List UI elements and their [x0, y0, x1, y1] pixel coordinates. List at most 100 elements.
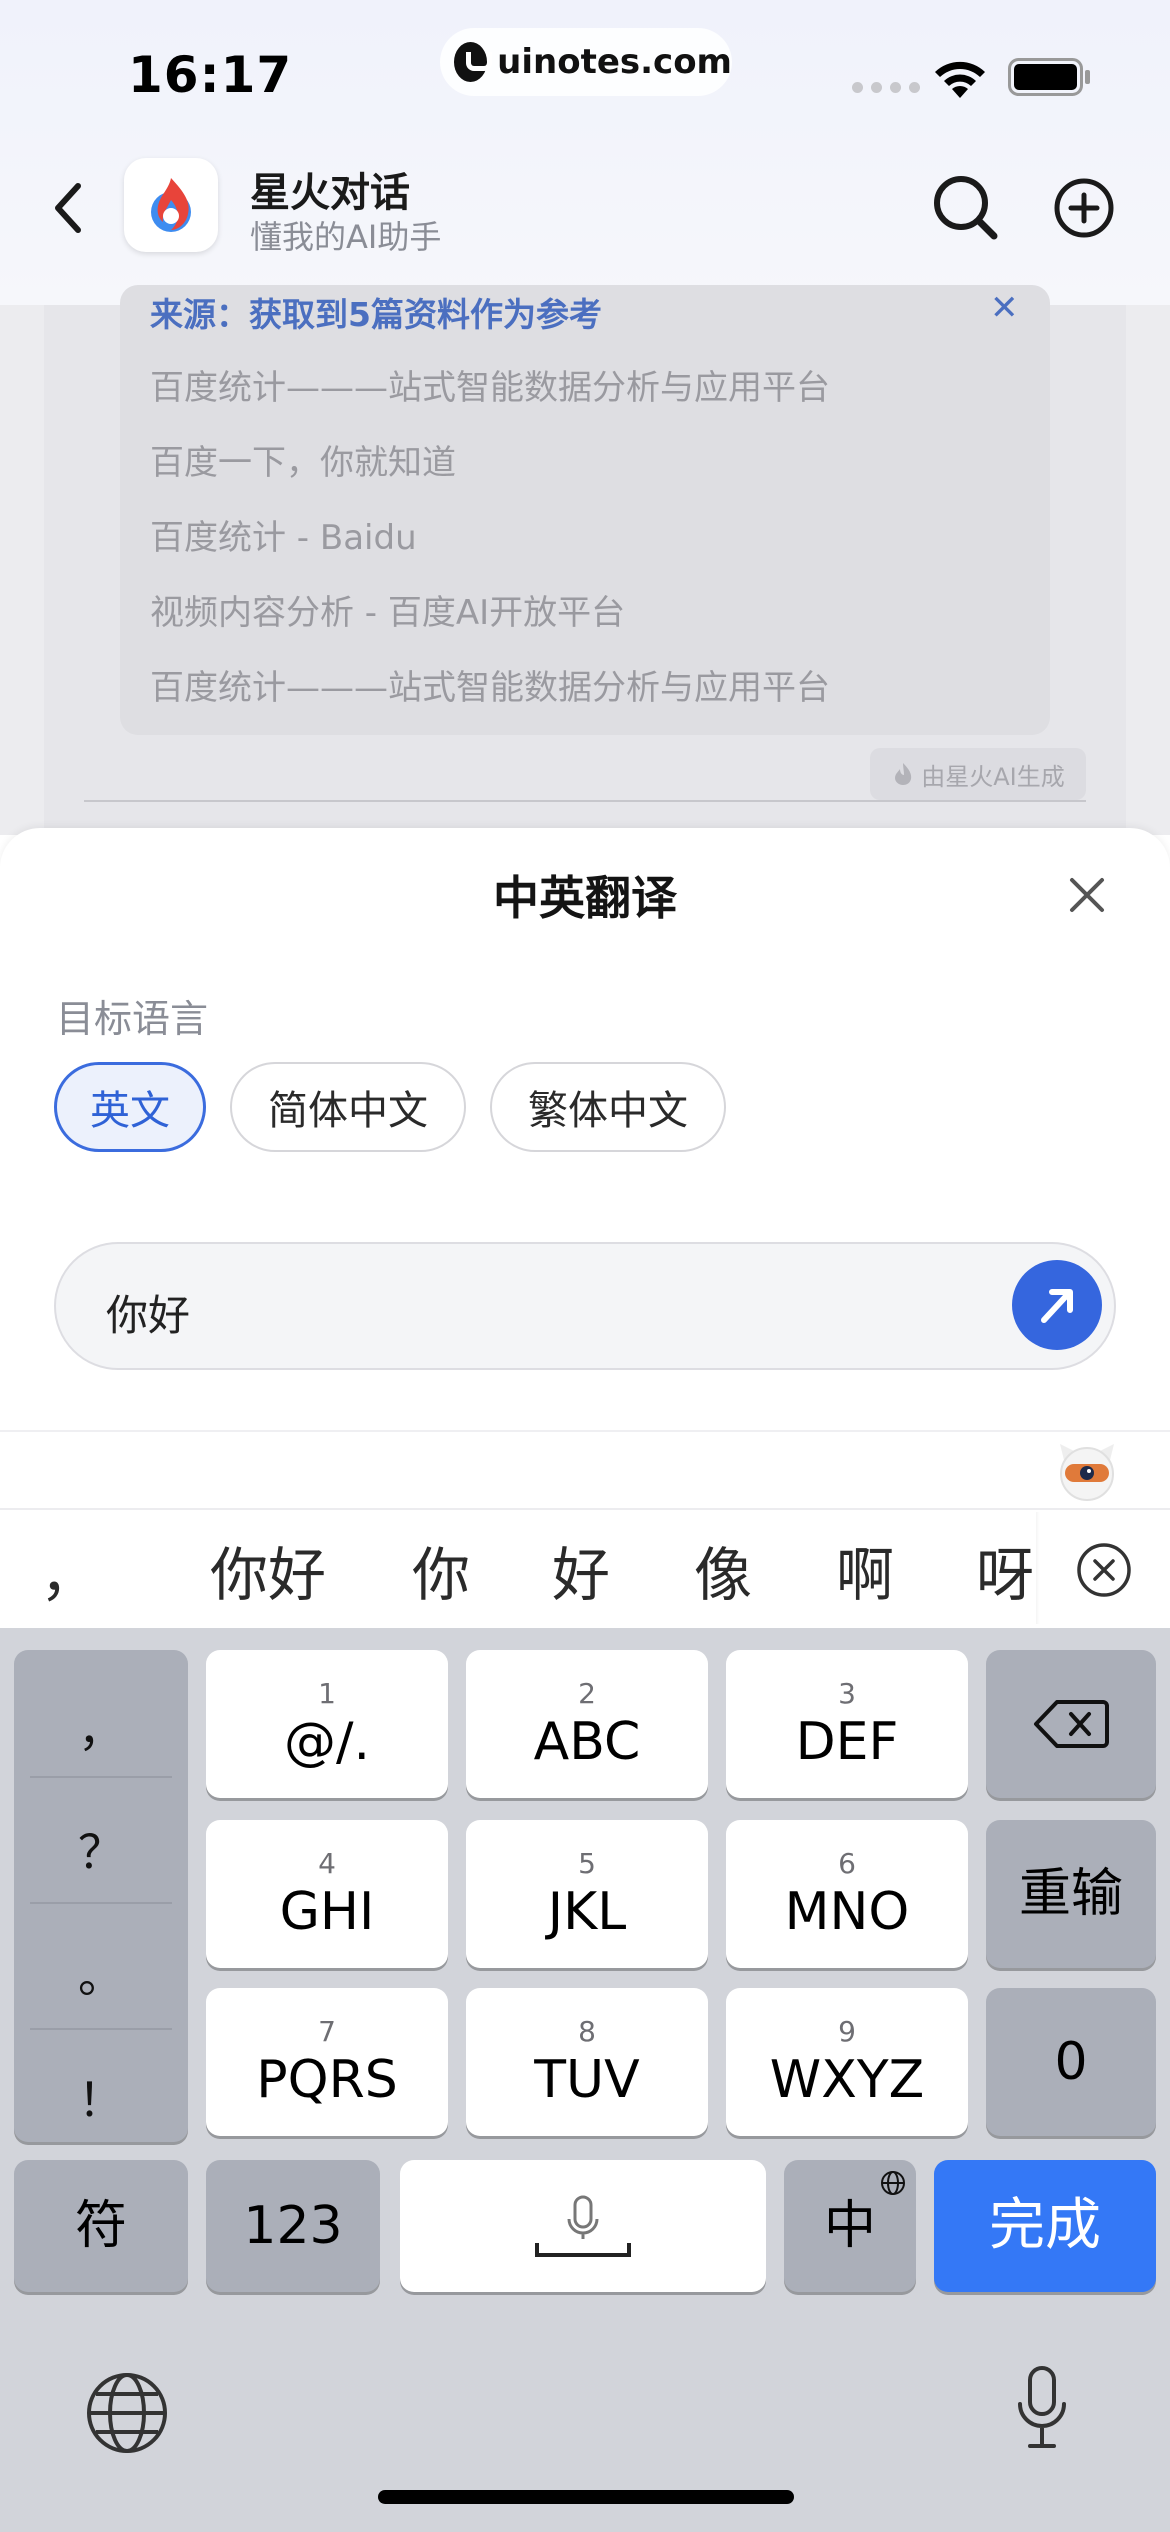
key-3[interactable]: 3 DEF	[726, 1650, 968, 1798]
key-label: 符	[74, 2196, 127, 2256]
key-label: 完成	[989, 2193, 1101, 2258]
key-number: 9	[838, 2015, 856, 2048]
key-number: 3	[838, 1677, 856, 1710]
chat-divider	[84, 800, 1086, 802]
app-title: 星火对话	[250, 170, 410, 216]
source-item[interactable]: 百度统计 - Baidu	[150, 510, 417, 559]
sources-collapse-icon[interactable]: ✕	[990, 288, 1019, 328]
candidate-comma[interactable]: ，	[40, 1528, 98, 1612]
reinput-key[interactable]: 重输	[986, 1820, 1156, 1968]
key-label: ABC	[533, 1712, 641, 1772]
numbers-key[interactable]: 123	[206, 2160, 380, 2292]
key-0[interactable]: 0	[986, 1988, 1156, 2136]
app-logo	[124, 158, 218, 252]
key-number: 8	[578, 2015, 596, 2048]
key-number: 5	[578, 1847, 596, 1880]
punct-separator	[30, 2028, 172, 2030]
back-chevron-icon[interactable]	[48, 178, 88, 238]
candidate-item[interactable]: 像	[694, 1528, 752, 1612]
key-label: WXYZ	[769, 2050, 925, 2110]
key-label: JKL	[547, 1882, 627, 1942]
uinotes-logo-icon	[454, 42, 493, 82]
punct-separator	[30, 1776, 172, 1778]
translate-input-value[interactable]: 你好	[106, 1282, 190, 1343]
target-language-label: 目标语言	[56, 997, 209, 1041]
candidate-fade	[1036, 1512, 1040, 1624]
key-number: 4	[318, 1847, 336, 1880]
dictation-mic-icon[interactable]	[1012, 2364, 1072, 2456]
globe-small-icon	[881, 2171, 905, 2195]
status-time: 16:17	[128, 46, 293, 104]
globe-icon[interactable]	[84, 2370, 170, 2456]
source-item[interactable]: 视频内容分析 - 百度AI开放平台	[150, 585, 625, 634]
done-key[interactable]: 完成	[934, 2160, 1156, 2292]
key-label: 123	[243, 2196, 343, 2256]
cellular-signal-icon	[852, 82, 920, 93]
key-label: PQRS	[256, 2050, 398, 2110]
punct-key-exclaim[interactable]: ！	[14, 2064, 188, 2130]
key-label: TUV	[534, 2050, 640, 2110]
candidate-item[interactable]: 啊	[836, 1528, 894, 1612]
punct-key-comma[interactable]: ，	[14, 1694, 188, 1760]
spark-small-icon	[895, 763, 912, 785]
close-icon[interactable]	[1062, 870, 1112, 920]
key-number: 6	[838, 1847, 856, 1880]
key-label: MNO	[784, 1882, 910, 1942]
key-1[interactable]: 1 @/.	[206, 1650, 448, 1798]
ai-badge-text: 由星火AI生成	[921, 762, 1065, 791]
key-label: @/.	[283, 1712, 371, 1772]
key-6[interactable]: 6 MNO	[726, 1820, 968, 1968]
mascot-icon[interactable]	[1056, 1440, 1118, 1502]
key-number: 2	[578, 1677, 596, 1710]
url-pill[interactable]: uinotes.com	[440, 28, 732, 96]
source-item[interactable]: 百度统计———站式智能数据分析与应用平台	[150, 660, 830, 709]
new-chat-plus-icon[interactable]	[1052, 176, 1116, 240]
backspace-icon	[1034, 1700, 1109, 1748]
space-mic-icon	[535, 2195, 631, 2257]
symbols-key[interactable]: 符	[14, 2160, 188, 2292]
backspace-key[interactable]	[986, 1650, 1156, 1798]
language-switch-key[interactable]: 中	[784, 2160, 916, 2292]
language-chip-traditional-chinese[interactable]: 繁体中文	[490, 1062, 726, 1152]
key-number: 1	[318, 1677, 336, 1710]
key-7[interactable]: 7 PQRS	[206, 1988, 448, 2136]
divider	[0, 1430, 1170, 1432]
candidate-item[interactable]: 呀	[976, 1528, 1036, 1612]
ai-generated-badge: 由星火AI生成	[870, 748, 1086, 800]
key-label: 中	[823, 2196, 876, 2256]
key-label: 重输	[1018, 1864, 1123, 1924]
battery-icon	[1008, 58, 1090, 96]
key-label: DEF	[795, 1712, 899, 1772]
key-5[interactable]: 5 JKL	[466, 1820, 708, 1968]
sheet-title: 中英翻译	[493, 871, 677, 925]
wifi-icon	[935, 61, 985, 98]
key-9[interactable]: 9 WXYZ	[726, 1988, 968, 2136]
candidate-item[interactable]: 好	[552, 1528, 610, 1612]
candidate-item[interactable]: 你好	[210, 1528, 326, 1612]
send-arrow-icon	[1041, 1289, 1073, 1323]
key-4[interactable]: 4 GHI	[206, 1820, 448, 1968]
punct-key-question[interactable]: ？	[14, 1816, 188, 1882]
key-8[interactable]: 8 TUV	[466, 1988, 708, 2136]
search-icon[interactable]	[930, 172, 1000, 242]
punct-key-period[interactable]: 。	[14, 1940, 188, 2006]
language-chip-english[interactable]: 英文	[54, 1062, 206, 1152]
url-text: uinotes.com	[497, 42, 732, 82]
punct-separator	[30, 1902, 172, 1904]
key-number: 7	[318, 2015, 336, 2048]
candidate-item[interactable]: 你	[412, 1528, 470, 1612]
key-2[interactable]: 2 ABC	[466, 1650, 708, 1798]
key-label: GHI	[279, 1882, 375, 1942]
home-indicator	[378, 2490, 794, 2504]
language-chip-simplified-chinese[interactable]: 简体中文	[230, 1062, 466, 1152]
key-label: 0	[1054, 2032, 1088, 2092]
translate-input[interactable]	[54, 1242, 1116, 1370]
source-item[interactable]: 百度统计———站式智能数据分析与应用平台	[150, 360, 830, 409]
clear-candidates-icon[interactable]	[1076, 1542, 1132, 1598]
space-key[interactable]	[400, 2160, 766, 2292]
spark-flame-icon	[151, 178, 191, 232]
app-subtitle: 懂我的AI助手	[250, 218, 442, 256]
send-button[interactable]	[1012, 1260, 1102, 1350]
sources-header[interactable]: 来源：获取到5篇资料作为参考	[150, 288, 602, 336]
source-item[interactable]: 百度一下，你就知道	[150, 435, 456, 484]
